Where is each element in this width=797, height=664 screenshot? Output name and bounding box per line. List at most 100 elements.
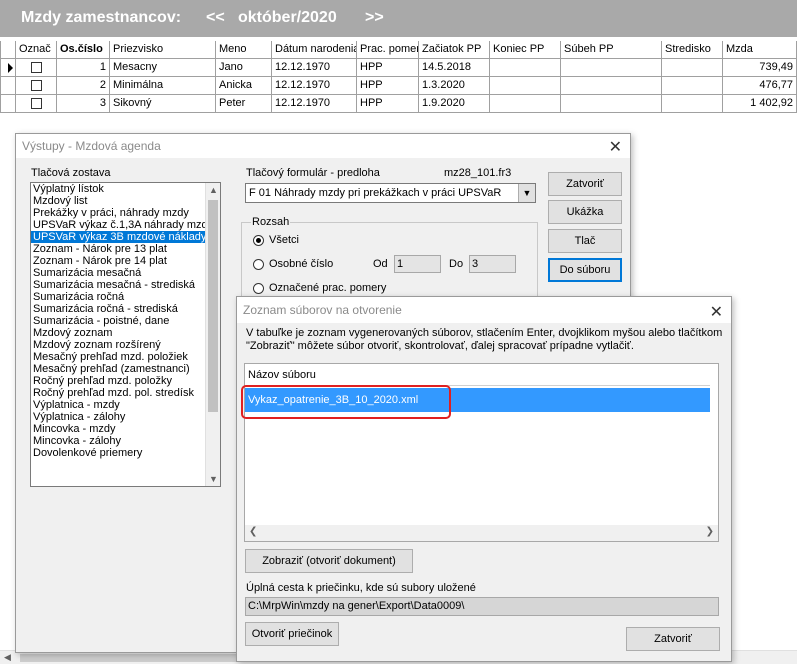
col-header-concurrent[interactable]: Súbeh PP — [561, 41, 662, 59]
close-icon[interactable]: ✕ — [710, 300, 723, 326]
previous-month-button[interactable]: << — [206, 9, 225, 27]
col-header-type[interactable]: Prac. pomer — [357, 41, 419, 59]
radio-marked[interactable] — [253, 283, 264, 294]
col-header-wage[interactable]: Mzda — [723, 41, 797, 59]
mark-checkbox[interactable] — [30, 62, 42, 73]
concurrent-cell — [561, 59, 662, 77]
table-row[interactable]: 1 Mesacny Jano 12.12.1970 HPP 14.5.2018 … — [0, 59, 797, 77]
birth-cell: 12.12.1970 — [272, 95, 357, 113]
radio-personal-number[interactable] — [253, 259, 264, 270]
page-title: Mzdy zamestnancov: — [21, 9, 182, 26]
scroll-right-icon[interactable]: ❯ — [706, 526, 714, 537]
close-icon[interactable]: ✕ — [609, 136, 622, 160]
list-item[interactable]: Sumarizácia mesačná — [31, 267, 220, 279]
list-item[interactable]: Dovolenkové priemery — [31, 447, 220, 459]
list-item[interactable]: Sumarizácia ročná — [31, 291, 220, 303]
current-row-indicator-icon — [8, 63, 13, 73]
radio-personal-number-label[interactable]: Osobné číslo — [269, 258, 333, 270]
center-cell — [662, 77, 723, 95]
col-header-mark[interactable]: Označ — [16, 41, 57, 59]
list-item[interactable]: UPSVaR výkaz č.1,3A náhrady mzd — [31, 219, 220, 231]
file-table-scrollbar[interactable]: ❮ ❯ — [245, 525, 718, 541]
list-item[interactable]: Mesačný prehľad mzd. položiek — [31, 351, 220, 363]
close-file-list-button[interactable]: Zatvoriť — [626, 627, 720, 651]
list-item[interactable]: Mzdový zoznam rozšírený — [31, 339, 220, 351]
to-file-button[interactable]: Do súboru — [548, 258, 622, 282]
scroll-down-icon[interactable]: ▼ — [206, 474, 220, 484]
print-set-listbox[interactable]: Výplatný lístok Mzdový list Prekážky v prá… — [30, 182, 221, 487]
col-header-birth[interactable]: Dátum narodenia — [272, 41, 357, 59]
path-field[interactable]: C:\MrpWin\mzdy na gener\Export\Data0009\ — [245, 597, 719, 616]
radio-marked-label[interactable]: Označené prac. pomery — [269, 282, 386, 294]
list-item[interactable]: Sumarizácia - poistné, dane — [31, 315, 220, 327]
list-item[interactable]: Ročný prehľad mzd. položky — [31, 375, 220, 387]
list-item[interactable]: Výplatnica - mzdy — [31, 399, 220, 411]
close-button[interactable]: Zatvoriť — [548, 172, 622, 196]
list-item[interactable]: Výplatný lístok — [31, 183, 220, 195]
open-folder-button[interactable]: Otvoriť priečinok — [245, 622, 339, 646]
radio-all-label[interactable]: Všetci — [269, 234, 299, 246]
list-item[interactable]: Ročný prehľad mzd. pol. stredísk — [31, 387, 220, 399]
to-input[interactable]: 3 — [469, 255, 516, 273]
col-header-id[interactable]: Os.číslo — [57, 41, 110, 59]
name-cell: Jano — [216, 59, 272, 77]
from-input[interactable]: 1 — [394, 255, 441, 273]
next-month-button[interactable]: >> — [365, 9, 384, 27]
table-row[interactable]: 3 Sikovný Peter 12.12.1970 HPP 1.9.2020 … — [0, 95, 797, 113]
to-label: Do — [449, 258, 464, 270]
end-cell — [490, 59, 561, 77]
birth-cell: 12.12.1970 — [272, 59, 357, 77]
list-item[interactable]: UPSVaR výkaz 3B mzdové náklady — [31, 231, 220, 243]
list-item[interactable]: Sumarizácia mesačná - strediská — [31, 279, 220, 291]
list-item[interactable]: Výplatnica - zálohy — [31, 411, 220, 423]
col-header-surname[interactable]: Priezvisko — [110, 41, 216, 59]
outputs-dialog-title-text: Výstupy - Mzdová agenda — [22, 139, 161, 153]
range-label: Rozsah — [251, 216, 291, 228]
chevron-down-icon[interactable]: ▼ — [518, 184, 535, 202]
preview-button[interactable]: Ukážka — [548, 200, 622, 224]
mark-checkbox[interactable] — [30, 80, 42, 91]
listbox-scrollbar[interactable]: ▲ ▼ — [205, 183, 220, 486]
file-row[interactable]: Vykaz_opatrenie_3B_10_2020.xml — [245, 388, 710, 412]
table-row[interactable]: 2 Minimálna Anicka 12.12.1970 HPP 1.3.20… — [0, 77, 797, 95]
list-item[interactable]: Mesačný prehľad (zamestnanci) — [31, 363, 220, 375]
col-header-end[interactable]: Koniec PP — [490, 41, 561, 59]
mark-cell[interactable] — [16, 77, 57, 95]
scroll-left-icon[interactable]: ❮ — [249, 526, 257, 537]
row-selector-header — [0, 41, 16, 59]
scroll-left-icon[interactable]: ◀ — [4, 652, 11, 663]
col-header-start[interactable]: Začiatok PP — [419, 41, 490, 59]
mark-cell[interactable] — [16, 59, 57, 77]
name-cell: Anicka — [216, 77, 272, 95]
center-cell — [662, 59, 723, 77]
list-item[interactable]: Zoznam - Nárok pre 14 plat — [31, 255, 220, 267]
col-header-name[interactable]: Meno — [216, 41, 272, 59]
row-selector — [0, 77, 16, 95]
type-cell: HPP — [357, 59, 419, 77]
radio-all[interactable] — [253, 235, 264, 246]
show-file-button[interactable]: Zobraziť (otvoriť dokument) — [245, 549, 413, 573]
id-cell: 1 — [57, 59, 110, 77]
main-title-bar: Mzdy zamestnancov: << október/2020 >> — [0, 0, 797, 37]
surname-cell: Mesacny — [110, 59, 216, 77]
file-table[interactable]: Názov súboru Vykaz_opatrenie_3B_10_2020.… — [244, 363, 719, 542]
mark-checkbox[interactable] — [30, 98, 42, 109]
list-item[interactable]: Mincovka - mzdy — [31, 423, 220, 435]
col-header-center[interactable]: Stredisko — [662, 41, 723, 59]
scrollbar-thumb[interactable] — [208, 200, 218, 412]
print-button[interactable]: Tlač — [548, 229, 622, 253]
list-item[interactable]: Prekážky v práci, náhrady mzdy — [31, 207, 220, 219]
file-name-column-header[interactable]: Názov súboru — [245, 364, 710, 386]
list-item[interactable]: Mzdový list — [31, 195, 220, 207]
end-cell — [490, 77, 561, 95]
start-cell: 14.5.2018 — [419, 59, 490, 77]
list-item[interactable]: Mincovka - zálohy — [31, 435, 220, 447]
form-template-select[interactable]: F 01 Náhrady mzdy pri prekážkach v práci… — [245, 183, 536, 203]
scroll-up-icon[interactable]: ▲ — [206, 185, 220, 195]
list-item[interactable]: Sumarizácia ročná - strediská — [31, 303, 220, 315]
row-selector — [0, 59, 16, 77]
mark-cell[interactable] — [16, 95, 57, 113]
list-item[interactable]: Zoznam - Nárok pre 13 plat — [31, 243, 220, 255]
center-cell — [662, 95, 723, 113]
list-item[interactable]: Mzdový zoznam — [31, 327, 220, 339]
